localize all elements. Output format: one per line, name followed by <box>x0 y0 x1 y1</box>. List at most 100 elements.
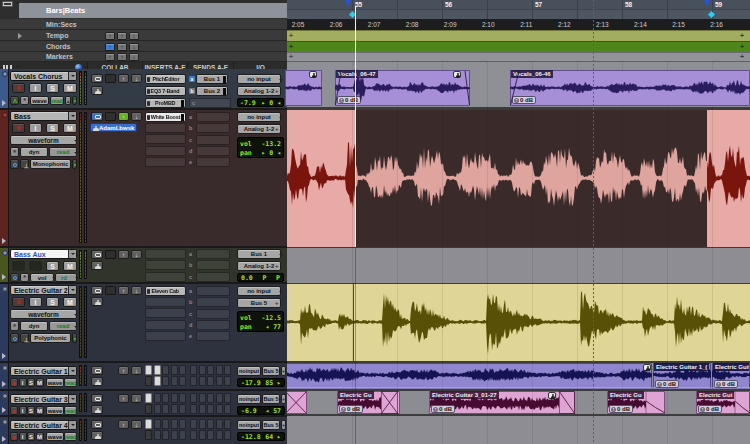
insert-button-eleven-cab[interactable]: Eleven Cab <box>145 286 186 296</box>
track-name-electric-guitar-3[interactable]: Electric Guitar 3 <box>10 394 77 404</box>
collab-user-button[interactable] <box>91 261 103 270</box>
collab-user-button[interactable] <box>91 86 103 95</box>
collab-download-button[interactable]: ↓ <box>131 112 142 121</box>
selection-end-marker-diamond[interactable] <box>708 11 715 18</box>
track-header-electric-guitar-3[interactable]: Electric Guitar 3ISMwaveread↑↓noinputBus… <box>0 391 287 415</box>
mini-slot[interactable] <box>145 376 152 386</box>
mute-button[interactable]: M <box>63 261 77 271</box>
solo-button[interactable]: S <box>46 261 59 271</box>
empty-slot[interactable] <box>145 260 186 270</box>
mini-slot[interactable] <box>199 393 206 403</box>
mini-slot[interactable] <box>199 376 206 386</box>
track-name-bass-aux[interactable]: Bass Aux <box>10 249 77 259</box>
mini-slot[interactable] <box>179 393 186 403</box>
collab-share-button[interactable] <box>91 394 103 403</box>
clip-vocals[interactable]: Vocals_06-46↑0 dB <box>510 70 750 106</box>
clip-guitar1[interactable]: Electric Guitar 1_(↑0 dB <box>653 363 711 389</box>
input-monitor-button[interactable]: I <box>29 83 42 93</box>
mini-slot[interactable] <box>179 376 186 386</box>
insert-button-pitcheditor[interactable]: PitchEditor <box>145 74 186 84</box>
dyn-button[interactable]: dyn <box>20 321 48 331</box>
io-output-plus[interactable]: + <box>281 420 286 430</box>
mini-slot[interactable] <box>224 376 231 386</box>
io-output-selector[interactable]: Analog 1-2+ <box>237 86 281 96</box>
io-output-selector[interactable]: Bus 5 <box>262 420 280 430</box>
empty-slot[interactable] <box>196 260 230 270</box>
empty-slot[interactable] <box>145 272 186 282</box>
track-name-electric-guitar-4[interactable]: Electric Guitar 4 <box>10 420 77 430</box>
empty-slot[interactable] <box>196 112 230 122</box>
io-input-selector[interactable]: no input <box>237 286 281 296</box>
track-header-bass[interactable]: BassISMwaveform*dynread⊥Monophonic↑↓Adam… <box>0 110 287 246</box>
empty-slot[interactable] <box>196 331 230 341</box>
track-name-electric-guitar-1[interactable]: Electric Guitar 1 <box>10 366 77 376</box>
mini-slot[interactable] <box>216 376 223 386</box>
markers-up-button[interactable]: ↑ <box>117 53 127 61</box>
empty-slot[interactable] <box>196 135 230 145</box>
mini-slot[interactable] <box>162 393 169 403</box>
clip-guitar1[interactable] <box>287 363 652 389</box>
io-output-selector[interactable]: Bus 5 <box>262 394 280 404</box>
automation-mode-button[interactable]: read <box>49 147 77 157</box>
markers-add-left[interactable]: + <box>289 53 293 60</box>
markers-band[interactable]: + + <box>287 52 750 62</box>
mini-slot[interactable] <box>145 430 152 440</box>
freeze-button[interactable]: * <box>20 273 29 282</box>
solo-button[interactable]: S <box>46 123 59 133</box>
mini-slot[interactable] <box>199 419 206 429</box>
clip-gain-badge[interactable]: ↑0 dB <box>339 405 363 413</box>
lane-bass-aux[interactable] <box>287 248 750 283</box>
clip-guitar3[interactable]: Electric Gu↑0 dB <box>607 391 665 414</box>
collab-user-button[interactable] <box>91 431 103 440</box>
empty-slot[interactable] <box>145 146 186 156</box>
collab-slot-box[interactable] <box>105 112 116 121</box>
track-name-dropdown[interactable] <box>68 112 76 120</box>
io-output-selector[interactable]: Analog 1-2+ <box>237 124 281 134</box>
empty-slot[interactable] <box>196 249 230 259</box>
io-output-plus[interactable]: + <box>281 366 286 376</box>
input-gain-button[interactable]: ▴ <box>65 96 71 105</box>
mini-slot[interactable] <box>224 419 231 429</box>
input-monitor-button[interactable]: I <box>29 123 42 133</box>
mini-slot[interactable] <box>216 393 223 403</box>
empty-slot[interactable] <box>145 123 186 133</box>
collab-share-button[interactable] <box>91 74 103 83</box>
track-settings-gear-icon[interactable] <box>2 71 8 77</box>
mute-button[interactable]: M <box>63 297 77 307</box>
collab-upload-button[interactable]: ↑ <box>118 74 129 83</box>
io-output-selector[interactable]: Analog 1-2+ <box>237 261 281 271</box>
empty-slot[interactable] <box>145 157 186 167</box>
markers-add-button[interactable]: ↑ <box>105 53 115 61</box>
collab-download-button[interactable]: ↓ <box>131 286 142 295</box>
track-expand-triangle[interactable] <box>2 436 9 442</box>
empty-slot[interactable] <box>196 123 230 133</box>
mini-slot[interactable] <box>216 404 223 414</box>
empty-slot[interactable] <box>145 249 186 259</box>
mini-slot[interactable] <box>216 365 223 375</box>
clip-gain-badge[interactable]: ↑0 dB <box>698 405 722 413</box>
record-arm-button[interactable] <box>12 123 25 133</box>
io-input-selector[interactable]: noinput <box>237 420 261 430</box>
io-output-plus[interactable]: + <box>275 126 279 132</box>
tempo-expand-icon[interactable] <box>18 33 25 39</box>
track-header-electric-guitar-2[interactable]: Electric Guitar 2ISMwaveform*dynread⊥Pol… <box>0 284 287 361</box>
io-input-selector[interactable]: no input <box>237 112 281 122</box>
track-name-dropdown[interactable] <box>68 395 76 403</box>
markers-add-right[interactable]: + <box>740 53 744 60</box>
chords-down-button[interactable]: ↓ <box>129 43 139 51</box>
track-name-dropdown[interactable] <box>68 421 76 429</box>
mini-slot[interactable] <box>190 376 197 386</box>
clip-guitar3[interactable] <box>287 391 307 414</box>
mini-slot[interactable] <box>216 430 223 440</box>
automation-mode-button[interactable]: read <box>64 378 77 387</box>
chords-band[interactable]: + + <box>287 41 750 52</box>
mini-slot[interactable] <box>224 404 231 414</box>
mini-slot[interactable] <box>190 404 197 414</box>
collab-download-button[interactable]: ↓ <box>131 420 142 429</box>
track-header-vocals-chorus[interactable]: Vocals ChorusISMΛ*waveread▴↑↓PitchEditor… <box>0 69 287 108</box>
record-arm-button[interactable] <box>10 406 18 415</box>
io-output-selector[interactable]: Bus 5 <box>262 366 280 376</box>
collab-share-button[interactable] <box>91 112 103 121</box>
lane-bass[interactable] <box>287 110 750 247</box>
lane-electric-guitar-1[interactable]: Electric Guitar 1_(↑0 dBElectric Guita↑0… <box>287 363 750 389</box>
